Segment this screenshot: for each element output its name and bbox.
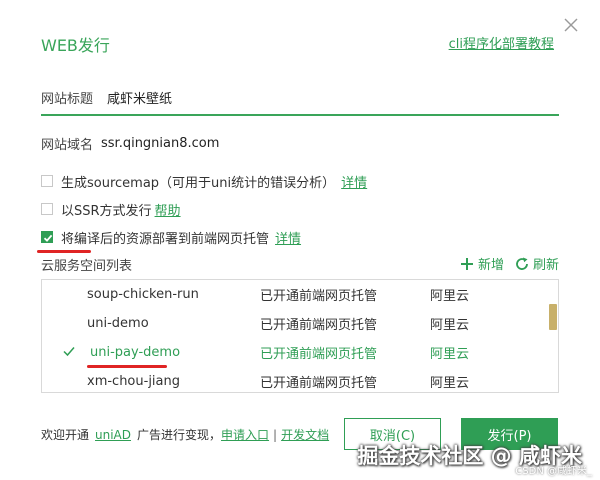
ssr-checkbox[interactable]: [41, 203, 53, 215]
space-name: uni-pay-demo: [90, 345, 181, 360]
cloud-space-list[interactable]: soup-chicken-run 已开通前端网页托管 阿里云 uni-demo …: [41, 279, 559, 393]
add-space-label: 新增: [477, 258, 504, 273]
plus-icon: [460, 257, 473, 270]
footer-promo: 欢迎开通 uniAD 广告进行变现， 申请入口 | 开发文档: [41, 426, 329, 443]
dialog-title: WEB发行: [41, 36, 110, 55]
deploy-hosting-label: 将编译后的资源部署到前端网页托管: [61, 231, 270, 247]
selected-check-icon: [62, 344, 76, 362]
sourcemap-checkbox[interactable]: [41, 175, 53, 187]
sourcemap-label: 生成sourcemap（可用于uni统计的错误分析）: [61, 175, 336, 191]
csdn-watermark: CSDN @咸虾米_: [515, 466, 592, 477]
space-name: xm-chou-jiang: [87, 374, 180, 389]
site-title-label: 网站标题: [41, 91, 94, 107]
red-annotation-underline: [87, 365, 167, 368]
space-status: 已开通前端网页托管: [260, 318, 378, 333]
option-deploy-hosting[interactable]: 将编译后的资源部署到前端网页托管 详情: [41, 227, 301, 247]
deploy-hosting-detail-link[interactable]: 详情: [275, 228, 301, 247]
option-sourcemap[interactable]: 生成sourcemap（可用于uni统计的错误分析） 详情: [41, 171, 367, 191]
site-domain-field[interactable]: 网站域名 ssr.qingnian8.com: [41, 131, 559, 155]
site-title-field[interactable]: 网站标题 咸虾米壁纸: [41, 85, 559, 109]
apply-link[interactable]: 申请入口: [221, 426, 269, 443]
space-provider: 阿里云: [430, 289, 470, 304]
cloud-space-list-title: 云服务空间列表: [41, 259, 133, 274]
space-name: uni-demo: [87, 316, 149, 331]
ssr-help-link[interactable]: 帮助: [155, 200, 181, 219]
ssr-label: 以SSR方式发行: [61, 203, 152, 219]
refresh-label: 刷新: [532, 258, 559, 273]
space-provider: 阿里云: [430, 347, 470, 362]
site-title-underline: [41, 114, 559, 116]
dev-docs-link[interactable]: 开发文档: [281, 426, 329, 443]
site-title-value[interactable]: 咸虾米壁纸: [107, 88, 172, 107]
checkmark-icon: [43, 234, 53, 242]
site-domain-value[interactable]: ssr.qingnian8.com: [101, 136, 219, 151]
list-item[interactable]: uni-demo 已开通前端网页托管 阿里云: [42, 309, 548, 338]
space-status: 已开通前端网页托管: [260, 347, 378, 362]
close-button[interactable]: [560, 14, 582, 36]
list-item[interactable]: soup-chicken-run 已开通前端网页托管 阿里云: [42, 280, 548, 309]
deploy-hosting-checkbox[interactable]: [41, 231, 53, 243]
list-scrollbar[interactable]: [549, 304, 557, 330]
close-icon: [564, 18, 578, 32]
refresh-icon: [516, 257, 528, 270]
space-provider: 阿里云: [430, 376, 470, 391]
footer-prefix: 欢迎开通: [41, 428, 90, 442]
cloud-actions: 新增 刷新: [459, 254, 559, 273]
sourcemap-detail-link[interactable]: 详情: [341, 172, 367, 191]
refresh-button[interactable]: 刷新: [514, 254, 559, 273]
space-provider: 阿里云: [430, 318, 470, 333]
option-ssr[interactable]: 以SSR方式发行 帮助: [41, 199, 181, 219]
space-name: soup-chicken-run: [87, 287, 199, 302]
footer-separator: |: [273, 427, 278, 442]
space-status: 已开通前端网页托管: [260, 376, 378, 391]
footer-middle: 广告进行变现，: [137, 428, 222, 442]
add-space-button[interactable]: 新增: [459, 254, 504, 273]
web-publish-dialog: WEB发行 cli程序化部署教程 网站标题 咸虾米壁纸 网站域名 ssr.qin…: [0, 0, 600, 480]
red-annotation-underline: [37, 250, 91, 253]
space-status: 已开通前端网页托管: [260, 289, 378, 304]
uniad-link[interactable]: uniAD: [95, 428, 131, 442]
site-domain-label: 网站域名: [41, 137, 94, 153]
list-item-selected[interactable]: uni-pay-demo 已开通前端网页托管 阿里云: [42, 338, 548, 367]
cli-deploy-tutorial-link[interactable]: cli程序化部署教程: [449, 33, 554, 52]
list-item[interactable]: xm-chou-jiang 已开通前端网页托管 阿里云: [42, 367, 548, 392]
